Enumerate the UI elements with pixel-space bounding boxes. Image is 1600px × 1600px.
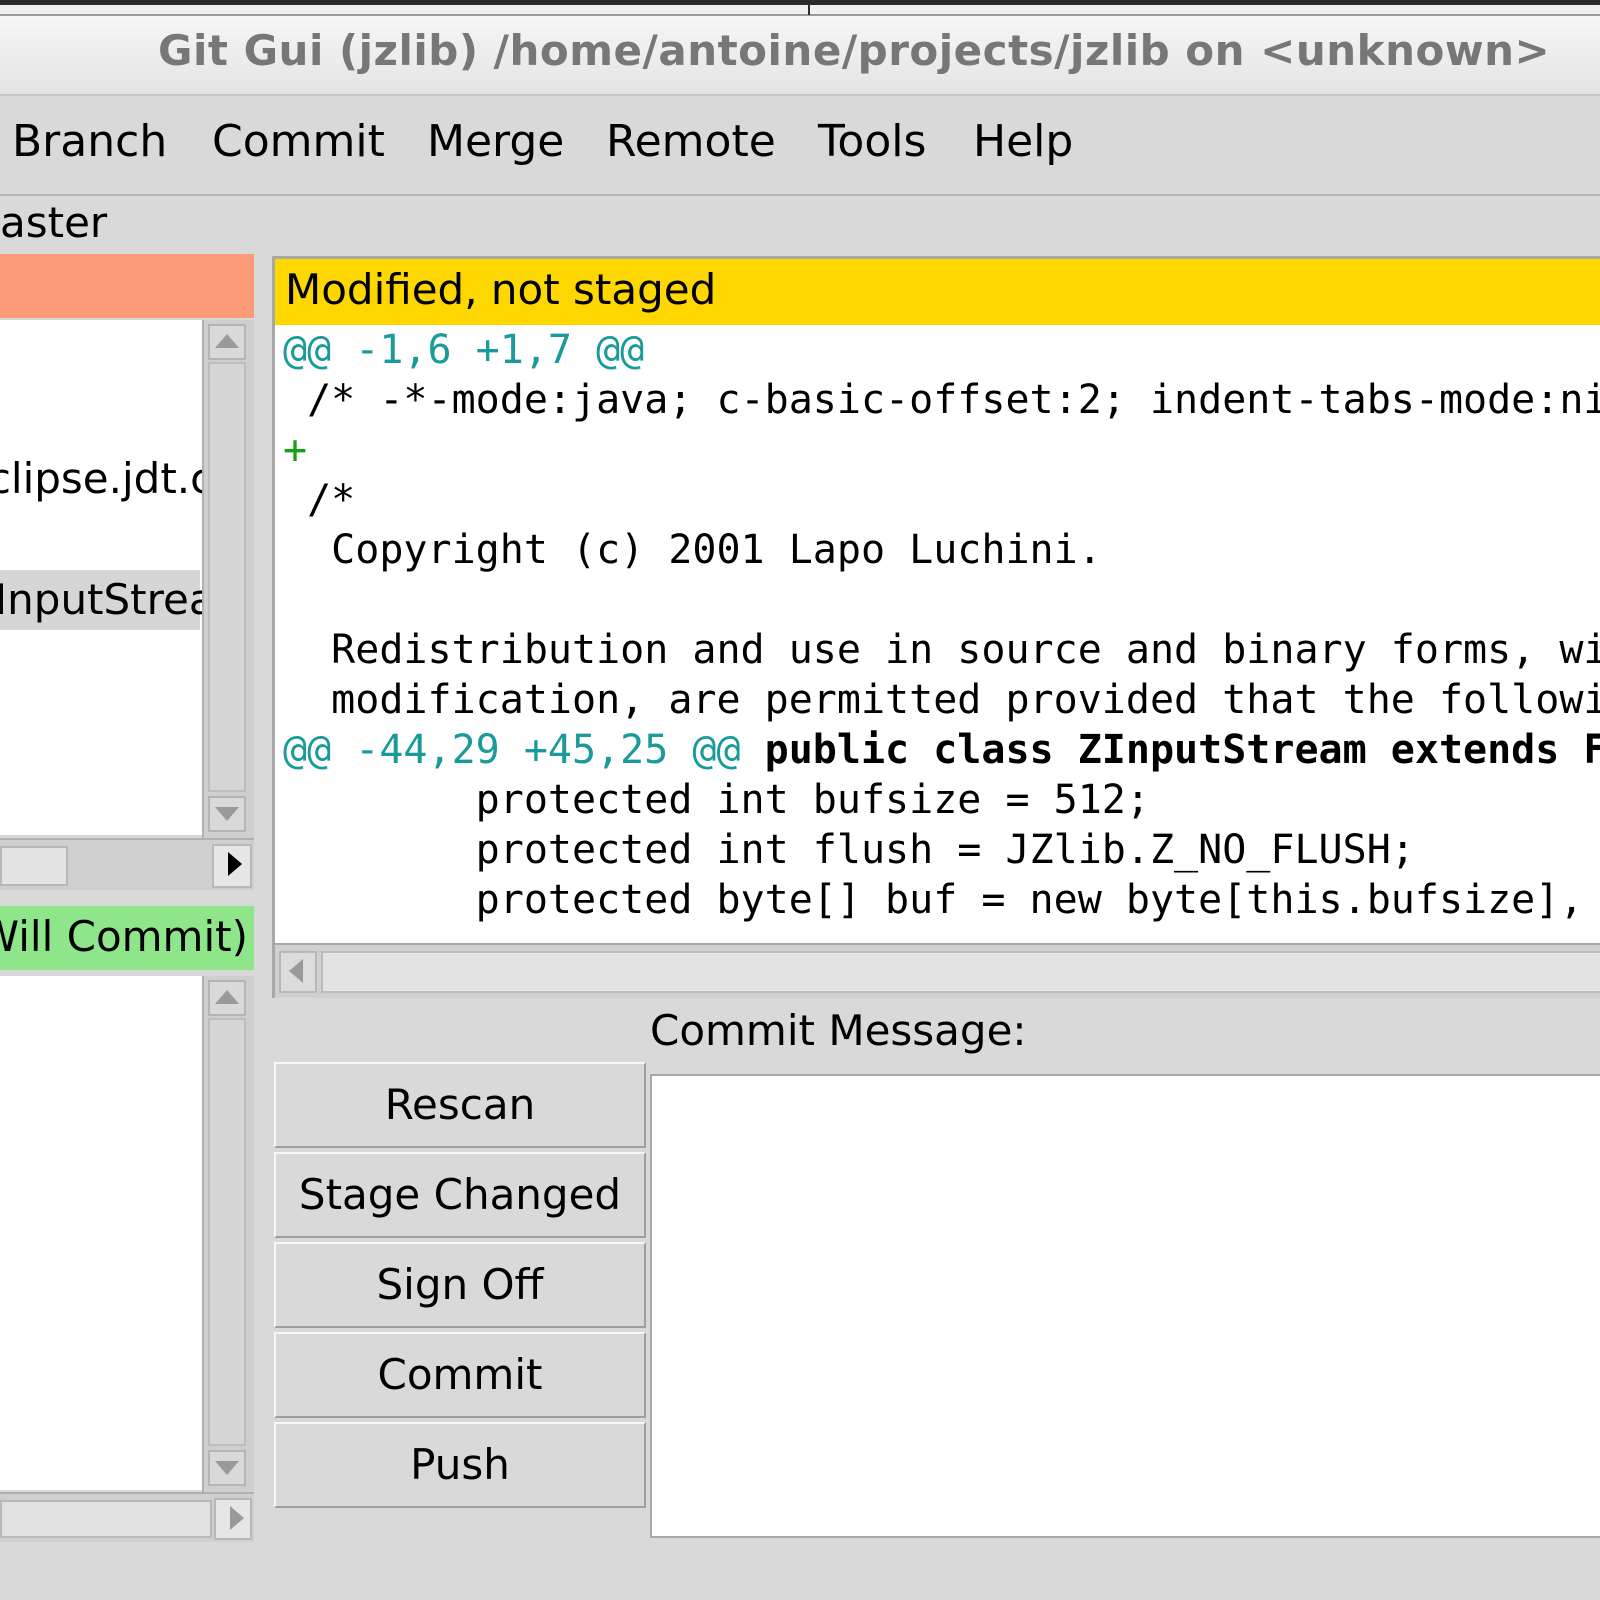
diff-line-hunk: @@ -44,29 +45,25 @@ public class ZInputS… bbox=[283, 725, 1600, 775]
menu-remote[interactable]: Remote bbox=[606, 116, 776, 167]
staged-changes-title: Will Commit) bbox=[0, 912, 248, 961]
unstaged-file-list[interactable]: eclipse.jdt.core ZInputStream bbox=[0, 320, 202, 835]
file-name: ZInputStream bbox=[0, 575, 202, 624]
file-name: eclipse.jdt.core bbox=[0, 454, 202, 503]
hunk-function-context: public class ZInputStream extends Filter… bbox=[764, 727, 1600, 773]
diff-view[interactable]: @@ -1,6 +1,7 @@ /* -*-mode:java; c-basic… bbox=[275, 325, 1600, 943]
scroll-right-button[interactable] bbox=[214, 1498, 252, 1540]
arrow-down-icon bbox=[215, 807, 239, 821]
diff-line-context: protected int bufsize = 512; bbox=[283, 777, 1150, 823]
commit-button[interactable]: Commit bbox=[274, 1332, 646, 1418]
scroll-up-button[interactable] bbox=[208, 980, 246, 1016]
sign-off-button[interactable]: Sign Off bbox=[274, 1242, 646, 1328]
arrow-up-icon bbox=[215, 990, 239, 1004]
window-top-edge bbox=[0, 0, 1600, 16]
arrow-right-icon bbox=[228, 852, 242, 876]
stage-changed-button[interactable]: Stage Changed bbox=[274, 1152, 646, 1238]
scroll-trough[interactable] bbox=[0, 1500, 212, 1538]
current-branch-label: aster bbox=[0, 198, 108, 247]
unstaged-changes-header bbox=[0, 254, 254, 318]
rescan-button[interactable]: Rescan bbox=[274, 1062, 646, 1148]
window-title: Git Gui (jzlib) /home/antoine/projects/j… bbox=[158, 26, 1551, 75]
menu-bar: Branch Commit Merge Remote Tools Help bbox=[0, 98, 1600, 196]
commit-message-input[interactable] bbox=[650, 1074, 1600, 1538]
staged-horizontal-scrollbar[interactable] bbox=[0, 1492, 254, 1542]
diff-line-hunk: @@ -1,6 +1,7 @@ bbox=[283, 327, 645, 373]
menu-help[interactable]: Help bbox=[973, 116, 1073, 167]
diff-line-context: Redistribution and use in source and bin… bbox=[331, 627, 1600, 673]
scroll-up-button[interactable] bbox=[208, 324, 246, 360]
unstaged-file-zinputstream[interactable]: ZInputStream bbox=[0, 570, 202, 630]
scroll-trough[interactable] bbox=[208, 1018, 246, 1446]
arrow-right-icon bbox=[230, 1506, 244, 1530]
arrow-down-icon bbox=[215, 1461, 239, 1475]
diff-line-added: + bbox=[283, 427, 308, 473]
diff-line-context: Copyright (c) 2001 Lapo Luchini. bbox=[283, 527, 1102, 573]
menu-merge[interactable]: Merge bbox=[427, 116, 564, 167]
staged-file-list[interactable] bbox=[0, 976, 202, 1490]
menu-branch[interactable]: Branch bbox=[12, 116, 167, 167]
diff-line-context bbox=[283, 575, 307, 625]
menu-commit[interactable]: Commit bbox=[212, 116, 385, 167]
staged-changes-header: Will Commit) bbox=[0, 906, 254, 970]
push-button[interactable]: Push bbox=[274, 1422, 646, 1508]
scroll-thumb[interactable] bbox=[0, 846, 68, 886]
scroll-down-button[interactable] bbox=[208, 1450, 246, 1486]
staged-vertical-scrollbar[interactable] bbox=[202, 976, 254, 1492]
current-branch-line: aster bbox=[0, 198, 1600, 250]
scroll-left-button[interactable] bbox=[279, 951, 317, 993]
scroll-thumb[interactable] bbox=[321, 951, 1600, 993]
diff-line-context: /* bbox=[283, 477, 356, 523]
diff-status-header: Modified, not staged bbox=[275, 259, 1600, 325]
commit-message-label: Commit Message: bbox=[650, 1006, 1027, 1055]
diff-status-label: Modified, not staged bbox=[285, 265, 717, 314]
scroll-down-button[interactable] bbox=[208, 796, 246, 832]
arrow-up-icon bbox=[215, 334, 239, 348]
diff-line-context: protected int flush = JZlib.Z_NO_FLUSH; bbox=[283, 827, 1415, 873]
scroll-right-button[interactable] bbox=[212, 844, 252, 888]
unstaged-file-eclipse-jdt[interactable]: eclipse.jdt.core bbox=[0, 454, 202, 503]
diff-line-context: protected byte[] buf = new byte[this.buf… bbox=[475, 877, 1584, 923]
unstaged-horizontal-scrollbar[interactable] bbox=[0, 838, 254, 890]
diff-horizontal-scrollbar[interactable] bbox=[275, 943, 1600, 998]
unstaged-vertical-scrollbar[interactable] bbox=[202, 320, 254, 838]
scroll-trough[interactable] bbox=[208, 362, 246, 792]
menu-tools[interactable]: Tools bbox=[818, 116, 926, 167]
diff-line-context: modification, are permitted provided tha… bbox=[331, 677, 1600, 723]
diff-line-context: /* -*-mode:java; c-basic-offset:2; inden… bbox=[307, 377, 1600, 423]
arrow-left-icon bbox=[289, 959, 303, 983]
title-bar[interactable]: Git Gui (jzlib) /home/antoine/projects/j… bbox=[0, 16, 1600, 96]
status-bar bbox=[0, 1542, 1600, 1600]
